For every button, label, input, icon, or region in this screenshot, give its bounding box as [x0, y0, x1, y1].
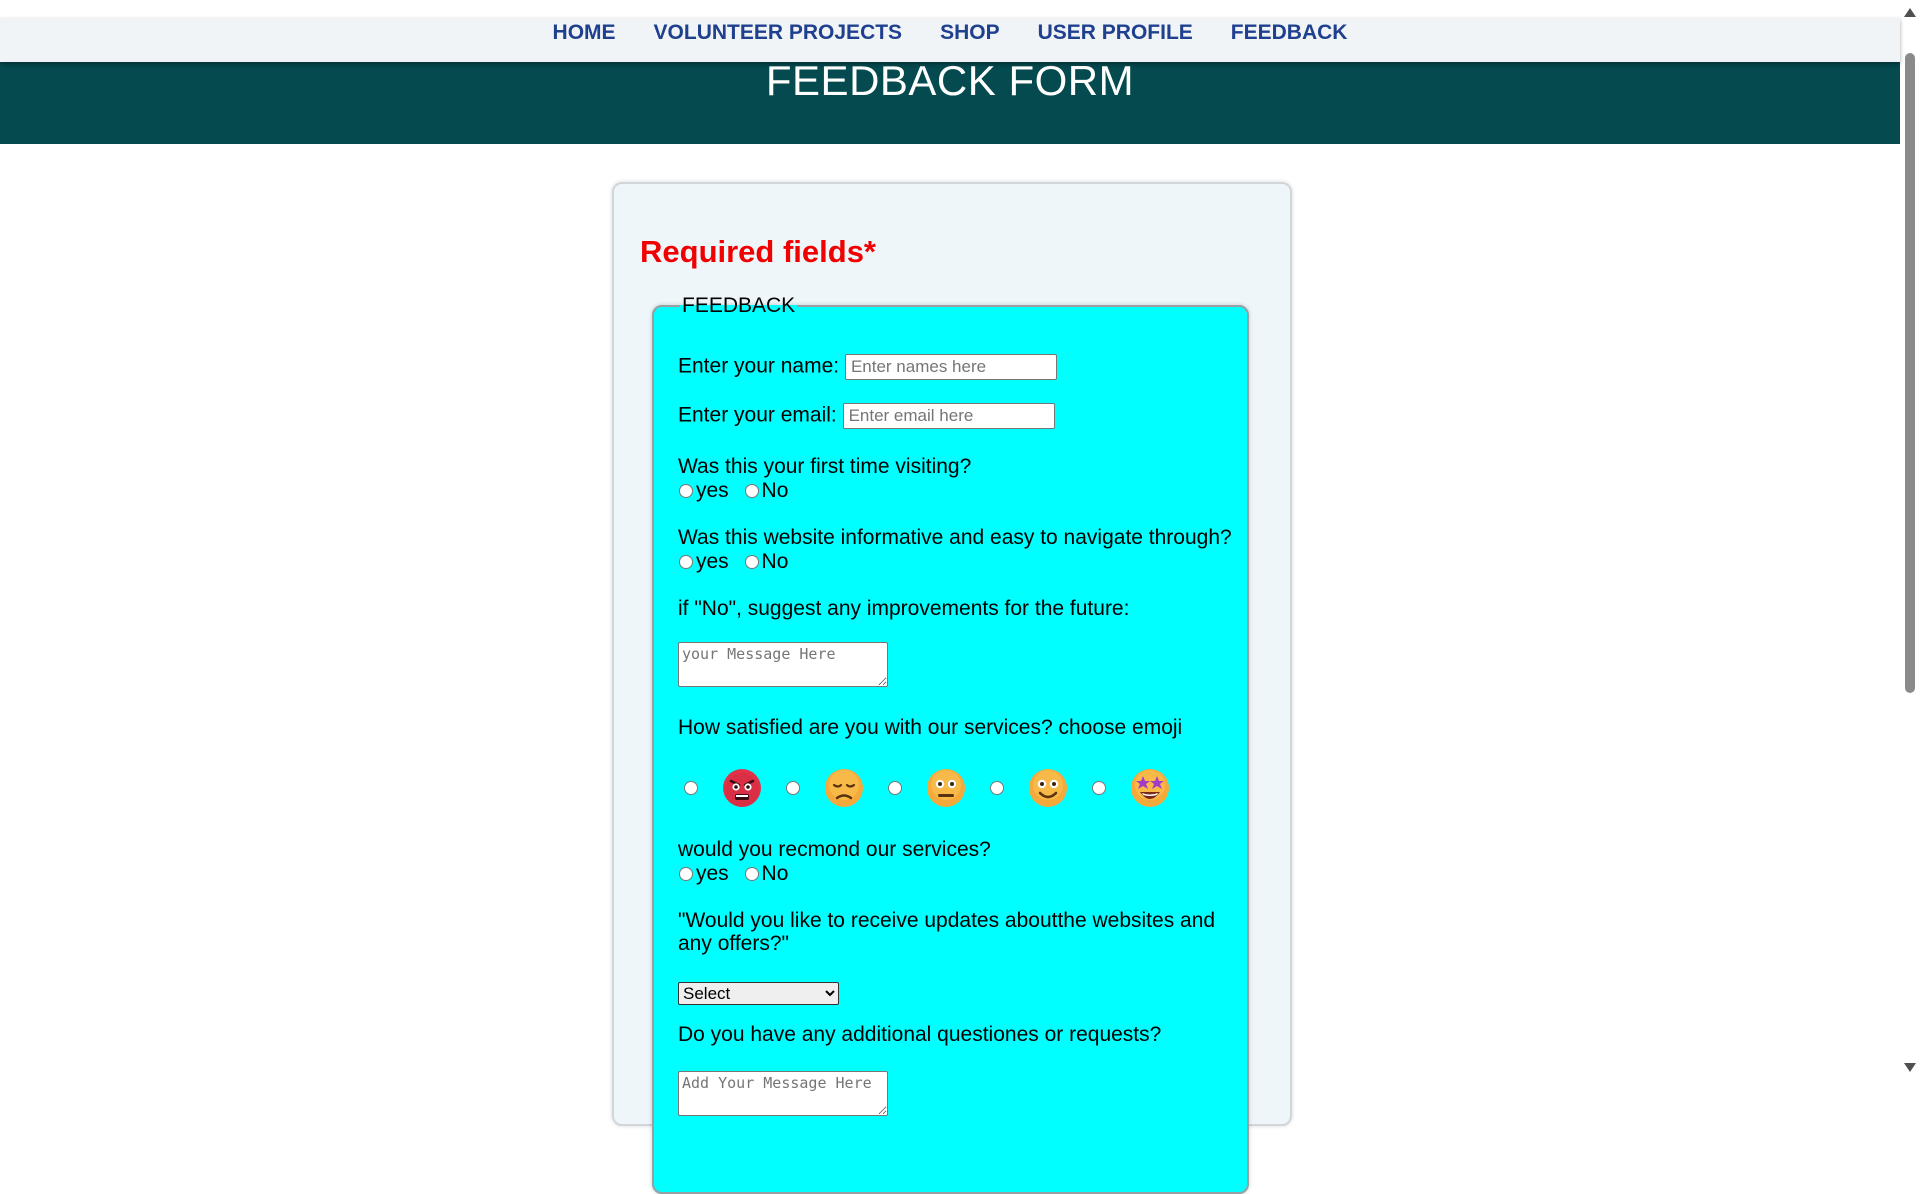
nav-home[interactable]: HOME	[553, 20, 616, 62]
satisfaction-radio-5[interactable]	[1092, 781, 1106, 795]
nav-volunteer-projects[interactable]: VOLUNTEER PROJECTS	[654, 20, 903, 62]
first-visit-no-label: No	[761, 479, 789, 502]
page-scrollbar[interactable]	[1900, 0, 1920, 1080]
nav-user-profile[interactable]: USER PROFILE	[1038, 20, 1193, 62]
scrollbar-thumb[interactable]	[1905, 53, 1915, 693]
page-banner: FEEDBACK FORM	[0, 57, 1900, 144]
recommend-question: would you recmond our services?	[678, 838, 991, 861]
first-visit-options: yes No	[675, 479, 794, 503]
first-visit-no-radio[interactable]	[744, 484, 759, 499]
additional-question: Do you have any additional questiones or…	[678, 1023, 1162, 1046]
recommend-no-radio[interactable]	[744, 867, 759, 882]
satisfaction-question: How satisfied are you with our services?…	[678, 716, 1183, 739]
informative-no-radio[interactable]	[744, 555, 759, 570]
satisfaction-radio-3[interactable]	[888, 781, 902, 795]
sad-face-icon	[825, 769, 863, 807]
happy-face-icon	[1029, 769, 1067, 807]
top-nav: HOME VOLUNTEER PROJECTS SHOP USER PROFIL…	[0, 18, 1900, 62]
scroll-up-arrow-icon[interactable]	[1904, 8, 1916, 17]
updates-select[interactable]: Select	[678, 982, 839, 1005]
fieldset-legend: FEEDBACK	[682, 294, 796, 317]
first-visit-question: Was this your first time visiting?	[678, 455, 972, 478]
feedback-card: Required fields* FEEDBACK Enter your nam…	[612, 182, 1292, 1194]
first-visit-yes-label: yes	[696, 479, 729, 502]
name-input[interactable]	[844, 354, 1057, 380]
satisfaction-radio-2[interactable]	[786, 781, 800, 795]
updates-question: "Would you like to receive updates about…	[678, 909, 1216, 955]
neutral-face-icon	[927, 769, 965, 807]
updates-select-wrap: Select	[678, 981, 839, 1005]
improvements-textarea-wrap	[678, 642, 888, 693]
informative-yes-radio[interactable]	[679, 555, 693, 570]
required-fields-label: Required fields*	[640, 234, 876, 269]
additional-textarea[interactable]	[678, 1071, 888, 1116]
informative-question: Was this website informative and easy to…	[678, 526, 1232, 549]
informative-no-label: No	[761, 550, 789, 573]
feedback-fieldset: FEEDBACK Enter your name: Enter your ema…	[652, 294, 1249, 1194]
satisfaction-emoji-options	[680, 768, 1190, 808]
name-row: Enter your name:	[678, 354, 1057, 380]
email-row: Enter your email:	[678, 403, 1055, 429]
star-struck-face-icon	[1131, 769, 1169, 807]
email-input[interactable]	[842, 403, 1055, 429]
improvements-textarea[interactable]	[678, 642, 888, 687]
nav-feedback[interactable]: FEEDBACK	[1231, 20, 1348, 62]
satisfaction-radio-1[interactable]	[684, 781, 698, 795]
informative-yes-label: yes	[696, 550, 729, 573]
nav-shop[interactable]: SHOP	[940, 20, 1000, 62]
recommend-options: yes No	[675, 862, 794, 886]
recommend-no-label: No	[761, 862, 789, 885]
satisfaction-radio-4[interactable]	[990, 781, 1004, 795]
email-label: Enter your email:	[678, 403, 837, 427]
additional-textarea-wrap	[678, 1071, 888, 1122]
improvements-label: if "No", suggest any improvements for th…	[678, 597, 1130, 620]
angry-face-icon	[723, 769, 761, 807]
recommend-yes-label: yes	[696, 862, 729, 885]
scroll-down-arrow-icon[interactable]	[1904, 1063, 1916, 1072]
informative-options: yes No	[675, 550, 794, 574]
page-title: FEEDBACK FORM	[765, 57, 1135, 104]
first-visit-yes-radio[interactable]	[679, 484, 693, 499]
recommend-yes-radio[interactable]	[679, 867, 693, 882]
name-label: Enter your name:	[678, 354, 840, 378]
